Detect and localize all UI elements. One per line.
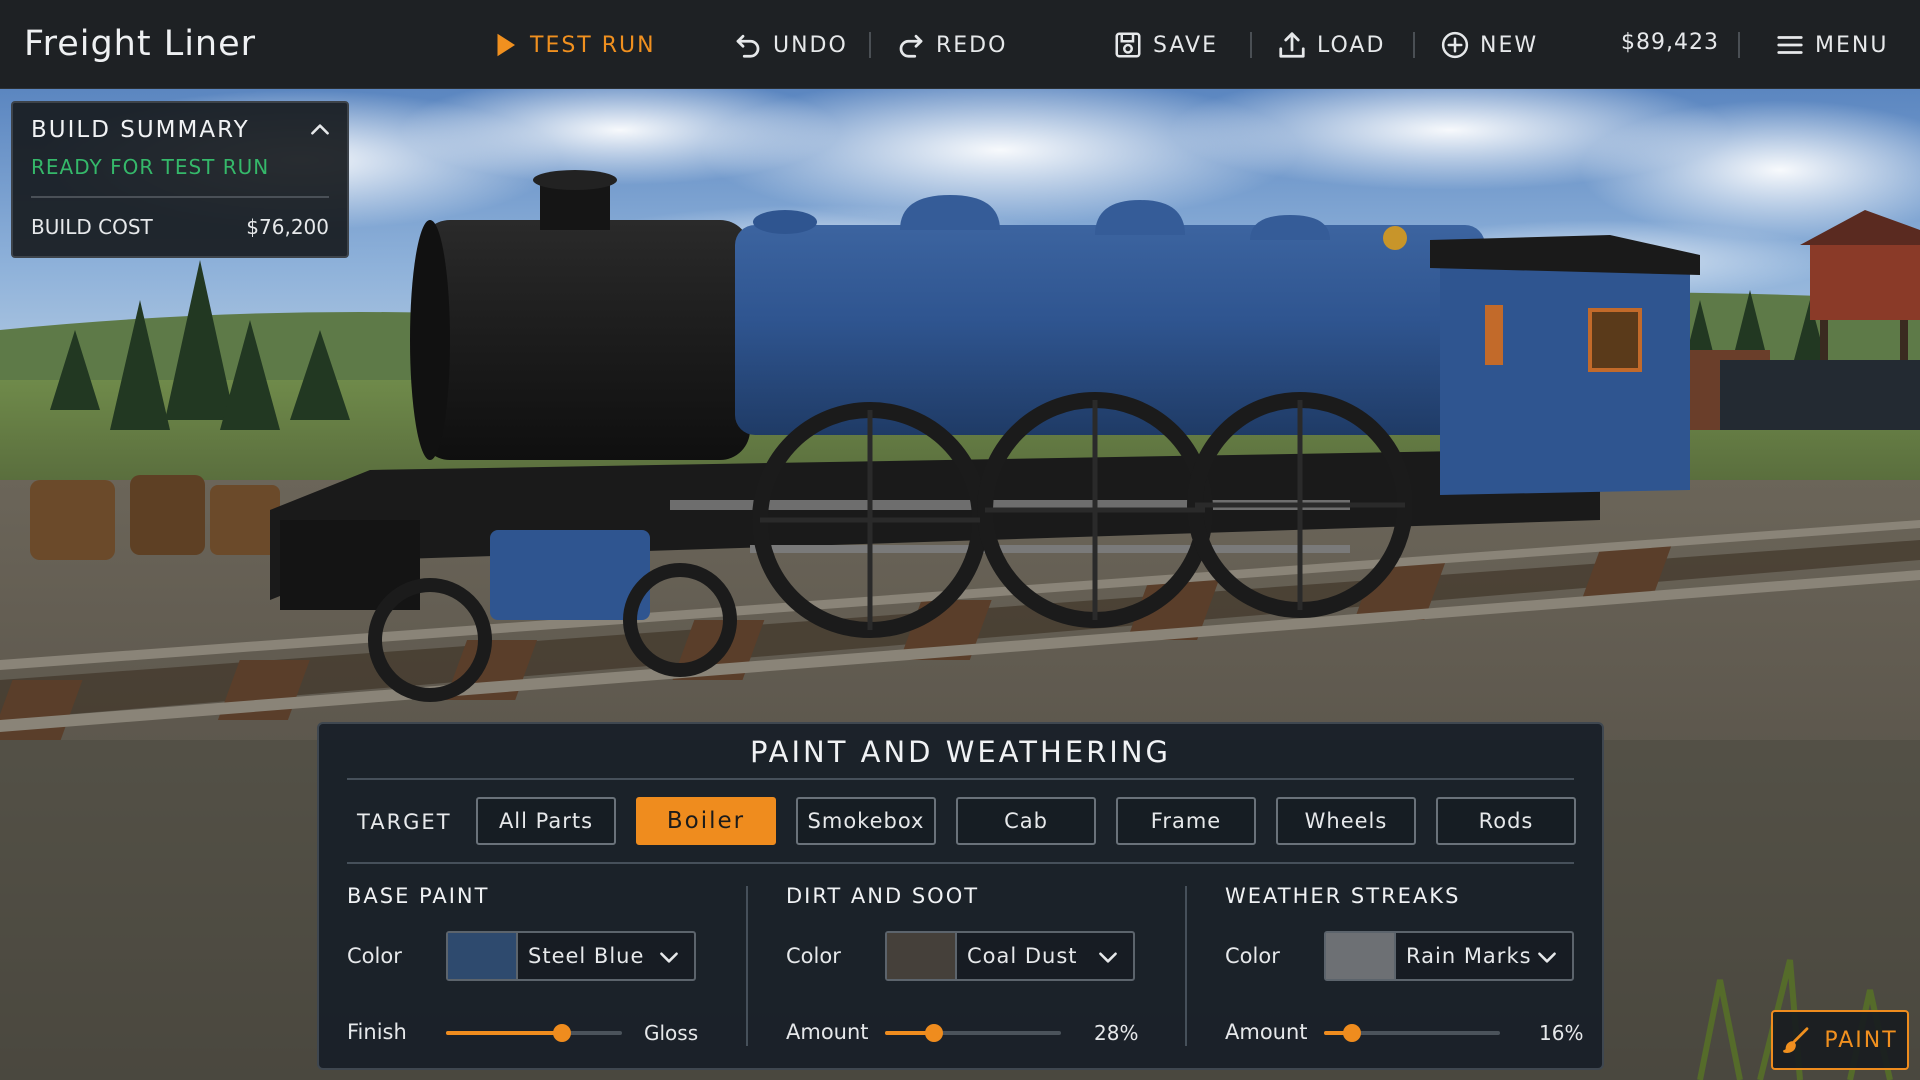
panel-divider bbox=[347, 862, 1574, 864]
build-cost-label: BUILD COST bbox=[31, 215, 153, 239]
money-balance: $89,423 bbox=[1621, 30, 1719, 55]
redo-button[interactable]: REDO bbox=[896, 28, 1007, 62]
menu-button[interactable]: MENU bbox=[1775, 28, 1888, 62]
streak-amount-slider[interactable] bbox=[1324, 1023, 1500, 1043]
barrels bbox=[30, 475, 280, 560]
slider-handle[interactable] bbox=[1343, 1024, 1362, 1042]
undo-icon bbox=[736, 34, 760, 58]
panel-divider bbox=[347, 778, 1574, 780]
test-run-button[interactable]: TEST RUN bbox=[490, 28, 656, 62]
toolbar-divider bbox=[1413, 32, 1415, 58]
paintbrush-icon bbox=[1783, 1027, 1809, 1053]
chevron-down-icon bbox=[1099, 952, 1117, 963]
redo-label: REDO bbox=[936, 32, 1008, 58]
streak-color-swatch bbox=[1326, 933, 1396, 979]
column-divider bbox=[746, 886, 748, 1046]
load-label: LOAD bbox=[1317, 32, 1386, 58]
dirt-color-value: Coal Dust bbox=[967, 944, 1078, 968]
target-boiler[interactable]: Boiler bbox=[636, 797, 776, 845]
floppy-disk-icon bbox=[1115, 32, 1141, 58]
redo-icon bbox=[899, 34, 923, 58]
slider-fill bbox=[446, 1031, 563, 1035]
toolbar-divider bbox=[869, 32, 871, 58]
toolbar-divider bbox=[1738, 32, 1740, 58]
menu-label: MENU bbox=[1815, 32, 1889, 58]
summary-divider bbox=[31, 196, 329, 198]
new-button[interactable]: NEW bbox=[1440, 28, 1538, 62]
base-color-label: Color bbox=[347, 944, 402, 968]
slider-handle[interactable] bbox=[925, 1024, 944, 1042]
save-button[interactable]: SAVE bbox=[1113, 28, 1218, 62]
paint-button[interactable]: PAINT bbox=[1771, 1010, 1909, 1070]
app-title: Freight Liner bbox=[24, 24, 257, 64]
finish-slider[interactable] bbox=[446, 1023, 622, 1043]
weather-streaks-title: WEATHER STREAKS bbox=[1225, 884, 1461, 908]
undo-label: UNDO bbox=[773, 32, 848, 58]
base-color-value: Steel Blue bbox=[528, 944, 645, 968]
target-label: TARGET bbox=[357, 810, 452, 834]
build-summary-title: BUILD SUMMARY bbox=[31, 117, 250, 143]
streak-color-value: Rain Marks bbox=[1406, 944, 1532, 968]
dirt-color-label: Color bbox=[786, 944, 841, 968]
test-run-label: TEST RUN bbox=[530, 32, 656, 58]
plus-circle-icon bbox=[1441, 31, 1469, 59]
base-color-select[interactable]: Steel Blue bbox=[446, 931, 696, 981]
streak-amount-value: 16% bbox=[1539, 1021, 1584, 1045]
freight-car bbox=[1720, 360, 1920, 430]
streak-amount-label: Amount bbox=[1225, 1020, 1308, 1044]
dirt-amount-slider[interactable] bbox=[885, 1023, 1061, 1043]
base-color-swatch bbox=[448, 933, 518, 979]
slider-handle[interactable] bbox=[553, 1024, 572, 1042]
undo-button[interactable]: UNDO bbox=[733, 28, 848, 62]
dirt-amount-value: 28% bbox=[1094, 1021, 1139, 1045]
build-status: READY FOR TEST RUN bbox=[31, 155, 270, 179]
dirt-color-select[interactable]: Coal Dust bbox=[885, 931, 1135, 981]
build-summary-panel: BUILD SUMMARY READY FOR TEST RUN BUILD C… bbox=[11, 101, 349, 258]
chevron-down-icon bbox=[1538, 952, 1556, 963]
target-smokebox[interactable]: Smokebox bbox=[796, 797, 936, 845]
paint-button-label: PAINT bbox=[1824, 1027, 1898, 1053]
target-frame[interactable]: Frame bbox=[1116, 797, 1256, 845]
new-label: NEW bbox=[1480, 32, 1539, 58]
target-rods[interactable]: Rods bbox=[1436, 797, 1576, 845]
chevron-up-icon[interactable] bbox=[307, 117, 333, 143]
finish-label: Finish bbox=[347, 1020, 407, 1044]
streak-color-label: Color bbox=[1225, 944, 1280, 968]
hamburger-menu-icon bbox=[1777, 36, 1803, 54]
play-icon bbox=[497, 33, 515, 57]
target-wheels[interactable]: Wheels bbox=[1276, 797, 1416, 845]
finish-end-label: Gloss bbox=[644, 1021, 699, 1045]
dirt-soot-title: DIRT AND SOOT bbox=[786, 884, 980, 908]
streak-color-select[interactable]: Rain Marks bbox=[1324, 931, 1574, 981]
dirt-amount-label: Amount bbox=[786, 1020, 869, 1044]
target-cab[interactable]: Cab bbox=[956, 797, 1096, 845]
dirt-color-swatch bbox=[887, 933, 957, 979]
top-toolbar: Freight Liner TEST RUN UNDO REDO SAVE LO… bbox=[0, 0, 1920, 89]
target-all-parts[interactable]: All Parts bbox=[476, 797, 616, 845]
chevron-down-icon bbox=[660, 952, 678, 963]
upload-icon bbox=[1279, 32, 1305, 58]
load-button[interactable]: LOAD bbox=[1277, 28, 1385, 62]
toolbar-divider bbox=[1250, 32, 1252, 58]
base-paint-title: BASE PAINT bbox=[347, 884, 490, 908]
panel-title: PAINT AND WEATHERING bbox=[749, 735, 1172, 769]
paint-weathering-panel: PAINT AND WEATHERING TARGET All Parts Bo… bbox=[317, 722, 1604, 1070]
build-cost-value: $76,200 bbox=[246, 215, 329, 239]
save-label: SAVE bbox=[1153, 32, 1218, 58]
column-divider bbox=[1185, 886, 1187, 1046]
